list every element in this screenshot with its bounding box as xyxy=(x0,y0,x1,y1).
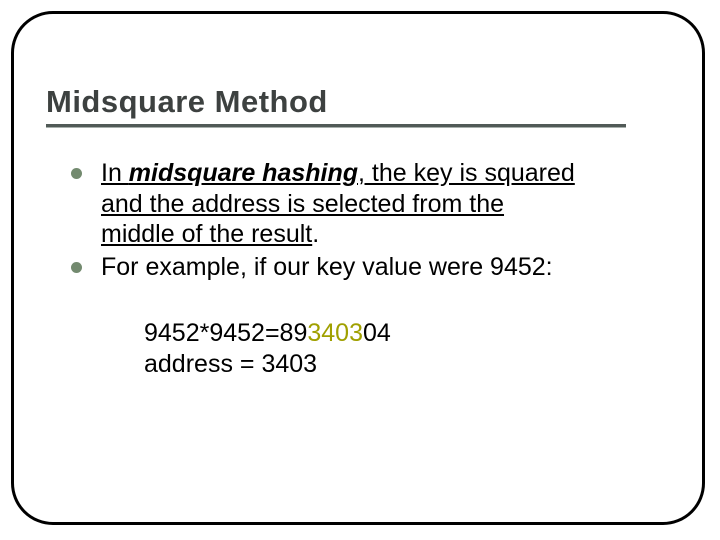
calc-suffix: 04 xyxy=(363,319,391,347)
bullet-2-text: For example, if our key value were 9452: xyxy=(101,253,553,281)
bullet-item-1: In midsquare hashing, the key is squared… xyxy=(71,158,674,250)
calc-line: 9452*9452=89340304 xyxy=(144,318,674,349)
slide-title: Midsquare Method xyxy=(46,84,674,120)
addr-line: address = 3403 xyxy=(144,349,674,380)
title-underline xyxy=(46,124,626,128)
addr-value: 3403 xyxy=(261,350,317,378)
bullet-item-2: For example, if our key value were 9452: xyxy=(71,252,674,283)
bullet-1-rest1: , the key is squared xyxy=(358,159,575,187)
calc-prefix: 9452*9452=89 xyxy=(144,319,307,347)
slide-content: Midsquare Method In midsquare hashing, t… xyxy=(46,84,674,380)
example-block: 9452*9452=89340304 address = 3403 xyxy=(144,318,674,380)
bullet-list: In midsquare hashing, the key is squared… xyxy=(71,158,674,282)
bullet-1-lead: In xyxy=(101,159,129,187)
addr-label: address = xyxy=(144,350,261,378)
bullet-1-line3: middle of the result xyxy=(101,220,312,248)
calc-mid: 3403 xyxy=(307,319,363,347)
bullet-1-line2: and the address is selected from the xyxy=(101,190,504,218)
bullet-1-period: . xyxy=(312,220,319,248)
bullet-1-line1: In midsquare hashing, the key is squared xyxy=(101,159,575,187)
bullet-1-term: midsquare hashing xyxy=(129,159,358,187)
